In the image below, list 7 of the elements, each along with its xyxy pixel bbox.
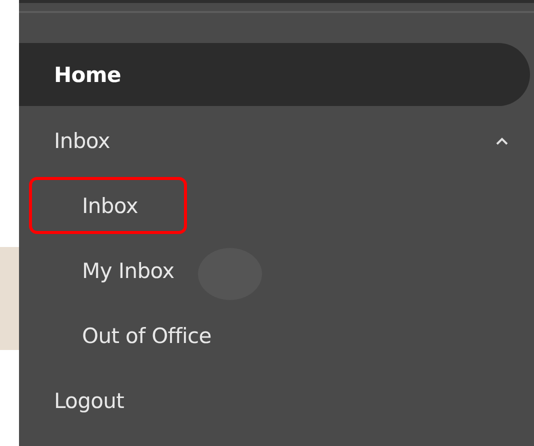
nav-item[interactable]: Home xyxy=(19,43,530,106)
chevron-icon xyxy=(496,136,508,144)
nav-subitem[interactable]: Out of Office xyxy=(29,307,214,364)
nav-group[interactable]: Inbox xyxy=(19,108,534,173)
nav-item[interactable]: Logout xyxy=(19,368,534,433)
nav-subitem[interactable]: My Inbox xyxy=(29,242,178,299)
nav-subitem[interactable]: Inbox xyxy=(29,177,187,234)
